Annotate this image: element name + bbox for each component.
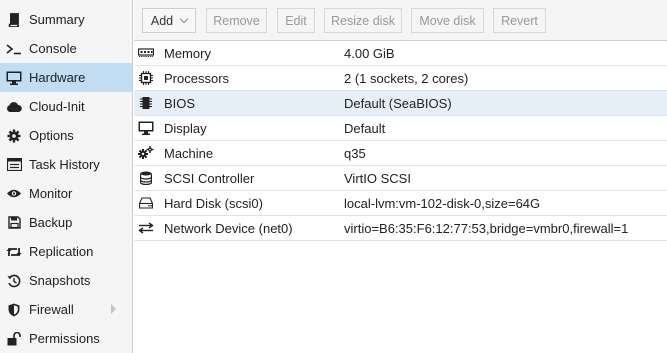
sidebar-item-console[interactable]: Console [0, 34, 132, 63]
row-key: SCSI Controller [164, 170, 255, 186]
gear-icon [6, 128, 22, 144]
sidebar-item-label: Options [29, 128, 74, 143]
hardware-row-display[interactable]: Display Default [134, 116, 667, 141]
row-value: local-lvm:vm-102-disk-0,size=64G [344, 195, 541, 211]
row-key: Display [164, 120, 207, 136]
sidebar-item-cloud-init[interactable]: Cloud-Init [0, 92, 132, 121]
remove-button-label: Remove [213, 13, 260, 28]
sidebar-item-hardware[interactable]: Hardware [0, 63, 132, 92]
sidebar-item-label: Monitor [29, 186, 73, 201]
hardware-row-network-device[interactable]: Network Device (net0) virtio=B6:35:F6:12… [134, 216, 667, 241]
edit-button-label: Edit [285, 13, 307, 28]
add-button-label: Add [150, 13, 174, 28]
floppy-icon [6, 215, 22, 231]
resize-disk-button-label: Resize disk [331, 13, 395, 28]
cogs-icon [138, 145, 154, 161]
desktop-icon [6, 70, 22, 86]
row-value: Default (SeaBIOS) [344, 95, 452, 111]
row-value: 2 (1 sockets, 2 cores) [344, 70, 469, 86]
database-icon [138, 170, 154, 186]
row-value: virtio=B6:35:F6:12:77:53,bridge=vmbr0,fi… [344, 220, 629, 236]
add-button[interactable]: Add [142, 8, 196, 33]
sidebar-item-firewall[interactable]: Firewall [0, 295, 132, 324]
row-key: BIOS [164, 95, 196, 111]
move-disk-button-label: Move disk [419, 13, 476, 28]
hardware-row-bios[interactable]: BIOS Default (SeaBIOS) [134, 91, 667, 116]
toolbar: Add Remove Edit Resize disk Move disk Re… [134, 0, 667, 41]
hardware-row-machine[interactable]: Machine q35 [134, 141, 667, 166]
sidebar-item-label: Replication [29, 244, 94, 259]
sidebar-item-summary[interactable]: Summary [0, 5, 132, 34]
resize-disk-button[interactable]: Resize disk [324, 8, 402, 33]
hardware-row-scsi-controller[interactable]: SCSI Controller VirtIO SCSI [134, 166, 667, 191]
hdd-icon [138, 195, 154, 211]
sidebar-item-options[interactable]: Options [0, 121, 132, 150]
hardware-row-processors[interactable]: Processors 2 (1 sockets, 2 cores) [134, 66, 667, 91]
row-value: VirtIO SCSI [344, 170, 411, 186]
sidebar-item-label: Permissions [29, 331, 100, 346]
sidebar-item-task-history[interactable]: Task History [0, 150, 132, 179]
sidebar-item-label: Task History [29, 157, 100, 172]
sidebar-item-snapshots[interactable]: Snapshots [0, 266, 132, 295]
row-key: Hard Disk (scsi0) [164, 195, 263, 211]
move-disk-button[interactable]: Move disk [411, 8, 484, 33]
monitor-icon [138, 120, 154, 136]
hardware-row-memory[interactable]: Memory 4.00 GiB [134, 41, 667, 66]
sidebar-item-monitor[interactable]: Monitor [0, 179, 132, 208]
row-value: q35 [344, 145, 366, 161]
edit-button[interactable]: Edit [277, 8, 315, 33]
row-value: Default [344, 120, 386, 136]
expand-arrow-icon[interactable] [111, 304, 116, 314]
exchange-icon [138, 220, 154, 236]
cloud-icon [6, 99, 22, 115]
row-key: Network Device (net0) [164, 220, 293, 236]
list-icon [6, 157, 22, 173]
row-key: Memory [164, 45, 211, 61]
sidebar-item-label: Summary [29, 12, 85, 27]
unlock-icon [6, 331, 22, 347]
sidebar-item-permissions[interactable]: Permissions [0, 324, 132, 353]
memory-icon [138, 45, 154, 61]
eye-icon [6, 186, 22, 202]
sidebar-item-label: Backup [29, 215, 73, 230]
sidebar-item-label: Firewall [29, 302, 74, 317]
row-key: Machine [164, 145, 214, 161]
revert-button[interactable]: Revert [493, 8, 546, 33]
sidebar-item-backup[interactable]: Backup [0, 208, 132, 237]
chevron-down-icon [179, 14, 189, 23]
book-icon [6, 12, 22, 28]
sidebar-item-label: Cloud-Init [29, 99, 85, 114]
row-value: 4.00 GiB [344, 45, 395, 61]
sidebar-item-label: Hardware [29, 70, 86, 85]
history-icon [6, 273, 22, 289]
shield-icon [6, 302, 22, 318]
sidebar-item-label: Console [29, 41, 77, 56]
sidebar-item-label: Snapshots [29, 273, 91, 288]
microchip-icon [138, 95, 154, 111]
remove-button[interactable]: Remove [206, 8, 267, 33]
cpu-icon [138, 70, 154, 86]
hardware-row-hard-disk[interactable]: Hard Disk (scsi0) local-lvm:vm-102-disk-… [134, 191, 667, 216]
terminal-icon [6, 41, 22, 57]
retweet-icon [6, 244, 22, 260]
sidebar: Summary Console Hardware Cloud-Init Opti… [0, 0, 133, 353]
sidebar-item-replication[interactable]: Replication [0, 237, 132, 266]
hardware-panel: Add Remove Edit Resize disk Move disk Re… [134, 0, 667, 353]
row-key: Processors [164, 70, 230, 86]
revert-button-label: Revert [501, 13, 538, 28]
